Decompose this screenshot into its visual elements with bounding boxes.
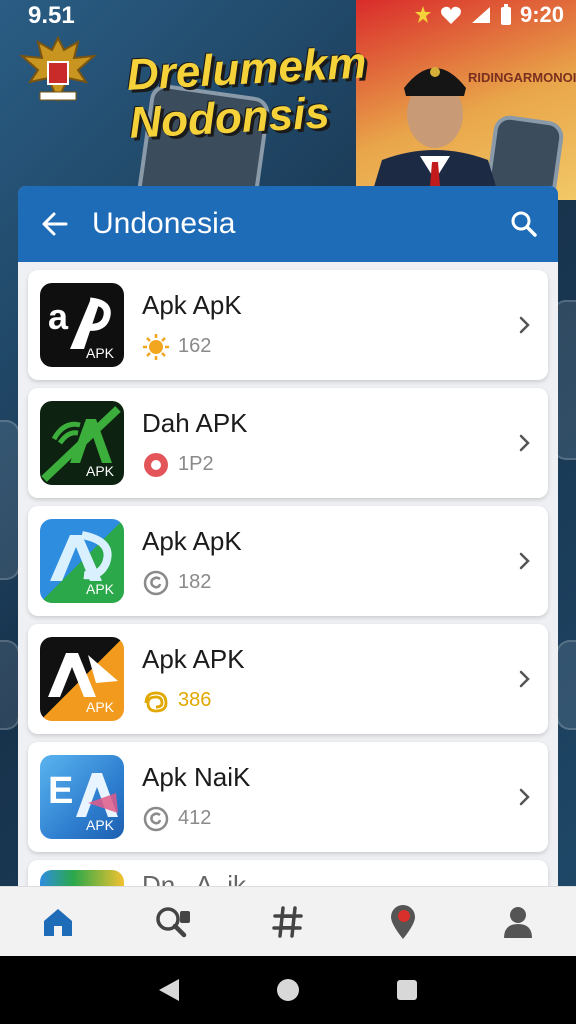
app-name: Dn.. A..ik xyxy=(142,870,247,886)
hashtag-icon xyxy=(272,905,303,938)
search-icon xyxy=(511,211,537,237)
apk-label: APK xyxy=(85,817,114,833)
app-name: Apk APK xyxy=(142,643,245,674)
app-meta: 386 xyxy=(142,687,512,715)
nav-search-apps[interactable] xyxy=(145,894,201,950)
home-icon xyxy=(43,908,72,936)
heart-icon xyxy=(440,6,461,25)
system-navigation-bar xyxy=(0,956,576,1024)
status-time-left: 9.51 xyxy=(28,2,75,29)
app-count: 182 xyxy=(178,571,212,593)
circle-home-icon xyxy=(276,979,299,1001)
apk-label: APK xyxy=(85,699,114,715)
app-info: Dah APK 1P2 xyxy=(142,408,512,479)
garuda-emblem-icon xyxy=(18,35,98,103)
apk-label: APK xyxy=(85,581,114,597)
app-name: Apk ApK xyxy=(142,289,242,320)
app-list: a APK Apk ApK 162 APK Dah APK 1P2 APK Ap… xyxy=(18,262,558,886)
chevron-right-icon xyxy=(519,552,530,570)
status-bar-right: 9:20 xyxy=(414,2,564,28)
signal-icon xyxy=(471,7,490,23)
app-name: Dah APK xyxy=(142,407,248,438)
svg-text:E: E xyxy=(48,770,73,812)
system-back-button[interactable] xyxy=(149,970,189,1010)
list-item[interactable]: APK Apk APK 386 xyxy=(28,624,548,734)
background-device-left xyxy=(0,420,20,580)
square-recents-icon xyxy=(396,980,417,1000)
chevron-right-icon xyxy=(519,788,530,806)
nav-location[interactable] xyxy=(375,894,431,950)
search-button[interactable] xyxy=(506,206,542,242)
chevron-right-icon xyxy=(519,434,530,452)
app-info: Apk APK 386 xyxy=(142,644,512,715)
app-bar: Undonesia xyxy=(18,186,558,262)
app-meta: 412 xyxy=(142,805,512,833)
swirl-icon xyxy=(142,805,170,833)
sun-icon xyxy=(142,333,170,361)
app-icon: APK xyxy=(40,401,124,485)
profile-icon xyxy=(504,906,533,938)
chevron-right-icon xyxy=(519,670,530,688)
list-item[interactable]: APK Dah APK 1P2 xyxy=(28,388,548,498)
back-button[interactable] xyxy=(38,208,70,240)
app-icon: a APK xyxy=(40,283,124,367)
app-count: 162 xyxy=(178,335,212,357)
list-item[interactable]: Dn.. A..ik xyxy=(28,860,548,886)
system-recents-button[interactable] xyxy=(387,970,427,1010)
list-item[interactable]: APK Apk ApK 182 xyxy=(28,506,548,616)
location-pin-icon xyxy=(391,904,416,939)
app-icon: APK xyxy=(40,519,124,603)
bottom-navigation xyxy=(0,886,576,956)
app-name: Apk ApK xyxy=(142,525,242,556)
app-meta: 182 xyxy=(142,569,512,597)
app-count: 1P2 xyxy=(178,453,214,475)
app-info: Dn.. A..ik xyxy=(142,870,536,886)
app-meta: 162 xyxy=(142,333,512,361)
banner-side-text: RIDINGARMONOI xyxy=(468,70,576,85)
triangle-back-icon xyxy=(159,979,180,1001)
app-info: Apk ApK 182 xyxy=(142,526,512,597)
app-name: Apk NaiK xyxy=(142,761,251,792)
page-title: Undonesia xyxy=(92,207,236,240)
swirl-icon xyxy=(142,569,170,597)
app-count: 386 xyxy=(178,689,212,711)
apk-label: APK xyxy=(85,463,114,479)
flag-star-icon xyxy=(414,6,431,23)
nav-home[interactable] xyxy=(30,894,86,950)
app-meta: 1P2 xyxy=(142,451,512,479)
nav-hashtag[interactable] xyxy=(260,894,316,950)
app-icon xyxy=(40,870,124,886)
system-home-button[interactable] xyxy=(268,970,308,1010)
app-info: Apk NaiK 412 xyxy=(142,762,512,833)
arrow-back-icon xyxy=(42,212,68,236)
list-item[interactable]: a APK Apk ApK 162 xyxy=(28,270,548,380)
coin-swirl-icon xyxy=(142,687,170,715)
app-icon: E APK xyxy=(40,755,124,839)
list-item[interactable]: E APK Apk NaiK 412 xyxy=(28,742,548,852)
promo-banner: Drelumekm Nodonsis RIDINGARMONOI xyxy=(0,0,576,200)
battery-icon xyxy=(500,4,511,25)
background-device-right-lower xyxy=(556,640,576,730)
status-time-right: 9:20 xyxy=(519,2,564,27)
nav-profile[interactable] xyxy=(490,894,546,950)
app-count: 412 xyxy=(178,807,212,829)
background-device-left-lower xyxy=(0,640,20,730)
svg-text:a: a xyxy=(48,296,69,337)
apk-label: APK xyxy=(85,345,114,361)
app-list-panel: Undonesia a APK Apk ApK 162 APK Dah APK … xyxy=(18,186,558,886)
record-icon xyxy=(142,451,170,479)
chevron-right-icon xyxy=(519,316,530,334)
app-info: Apk ApK 162 xyxy=(142,290,512,361)
search-apps-icon xyxy=(156,906,190,937)
app-icon: APK xyxy=(40,637,124,721)
